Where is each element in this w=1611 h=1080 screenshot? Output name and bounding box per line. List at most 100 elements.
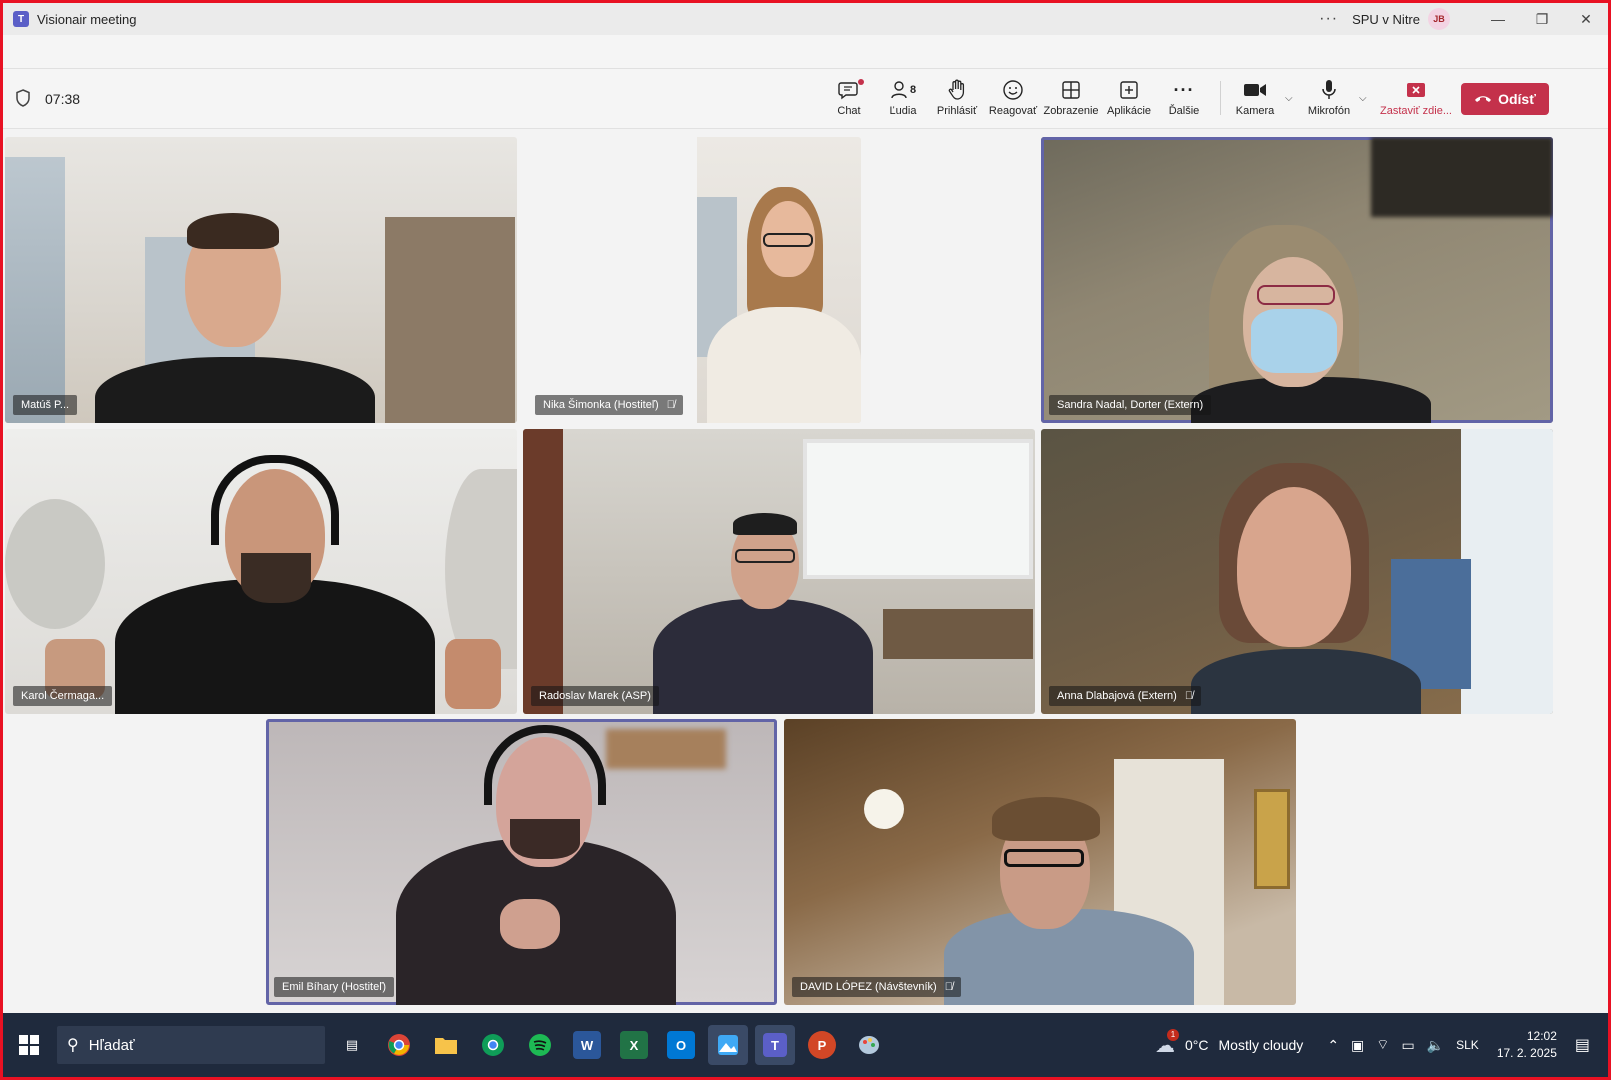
video-tile[interactable]: Nika Šimonka (Hostiteľ) 🎙̸	[527, 137, 861, 423]
hang-up-icon	[1475, 96, 1492, 102]
battery-icon[interactable]: ▭	[1401, 1037, 1414, 1054]
task-view-icon[interactable]: ▤	[332, 1025, 372, 1065]
window-backdrop	[5, 157, 65, 423]
spotify-icon[interactable]	[520, 1025, 560, 1065]
paint-icon[interactable]	[849, 1025, 889, 1065]
minimize-icon[interactable]: —	[1476, 11, 1520, 27]
participant-body	[707, 307, 861, 423]
chat-button[interactable]: Chat	[820, 77, 878, 123]
powerpoint-icon[interactable]: P	[808, 1031, 836, 1059]
mic-button[interactable]: Mikrofón	[1300, 77, 1358, 123]
more-options-icon[interactable]: ···	[1319, 10, 1338, 28]
start-button[interactable]	[9, 1025, 49, 1065]
apps-label: Aplikácie	[1106, 105, 1152, 117]
video-tile[interactable]: DAVID LÓPEZ (Návštevník) 🎙̸	[784, 719, 1296, 1005]
meeting-toolbar: 07:38 Chat 8 Ľudia Prihlásiť Reagovať Zo…	[3, 69, 1608, 129]
weather-desc: Mostly cloudy	[1218, 1037, 1304, 1053]
participant-name-tag: DAVID LÓPEZ (Návštevník) 🎙̸	[792, 977, 961, 997]
glasses	[1257, 285, 1335, 305]
video-tile[interactable]: Karol Čermaga...	[5, 429, 517, 714]
shield-icon	[16, 89, 30, 107]
add-app-icon	[1120, 81, 1138, 99]
stop-share-label: Zastaviť zdie...	[1380, 105, 1452, 117]
video-tile[interactable]: Radoslav Marek (ASP)	[523, 429, 1035, 714]
toolbar-divider	[1220, 81, 1221, 115]
video-tile[interactable]: Matúš P...	[5, 137, 517, 423]
wifi-icon[interactable]: ⌔	[1376, 1036, 1389, 1054]
clock-date: 17. 2. 2025	[1496, 1046, 1557, 1060]
weather-badge: 1	[1167, 1028, 1179, 1041]
taskbar-search-box[interactable]: ⚲ Hľadať	[57, 1026, 325, 1064]
camera-button[interactable]: Kamera	[1226, 77, 1284, 123]
participant-name-tag: Sandra Nadal, Dorter (Extern)	[1049, 395, 1212, 415]
react-button[interactable]: Reagovať	[984, 77, 1042, 123]
chat-icon	[838, 82, 858, 100]
teams-logo-icon: T	[13, 11, 29, 27]
chrome-icon[interactable]	[379, 1025, 419, 1065]
grid-view-icon	[1062, 81, 1080, 99]
stop-share-icon	[1407, 83, 1425, 97]
apps-button[interactable]: Aplikácie	[1100, 77, 1158, 123]
video-tile[interactable]: Emil Bíhary (Hostiteľ)	[266, 719, 777, 1005]
camera-icon	[1244, 84, 1266, 96]
stop-sharing-button[interactable]: Zastaviť zdie...	[1379, 77, 1453, 123]
raise-hand-label: Prihlásiť	[936, 105, 978, 117]
ellipsis-icon: ···	[1173, 79, 1195, 100]
chevron-up-icon[interactable]: ⌃	[1327, 1037, 1339, 1054]
participant-body	[1191, 649, 1421, 714]
notifications-icon[interactable]: ▤	[1575, 1035, 1590, 1055]
raise-hand-button[interactable]: Prihlásiť	[928, 77, 986, 123]
system-tray: ☁ 1 0°C Mostly cloudy ⌃ ▣ ⌔ ▭ 🔈 SLK 12:02…	[1155, 1013, 1608, 1077]
participant-name: DAVID LÓPEZ (Návštevník)	[800, 981, 937, 993]
org-name[interactable]: SPU v Nitre	[1352, 12, 1420, 27]
background-object	[1371, 137, 1553, 217]
video-tile[interactable]: Anna Dlabajová (Extern) 🎙̸	[1041, 429, 1553, 714]
close-icon[interactable]: ✕	[1564, 11, 1608, 28]
clock[interactable]: 12:02 17. 2. 2025	[1497, 1028, 1557, 1062]
participant-beard	[241, 553, 311, 603]
participant-name: Emil Bíhary (Hostiteľ)	[282, 981, 387, 993]
camera-options-chevron-icon[interactable]: ⌵	[1285, 93, 1293, 104]
face-mask	[1251, 309, 1337, 373]
file-explorer-icon[interactable]	[426, 1025, 466, 1065]
outlook-icon[interactable]: O	[667, 1031, 695, 1059]
participant-name: Sandra Nadal, Dorter (Extern)	[1057, 399, 1204, 411]
word-icon[interactable]: W	[573, 1031, 601, 1059]
people-button[interactable]: 8 Ľudia	[874, 77, 932, 123]
participant-name-tag: Matúš P...	[13, 395, 78, 415]
participant-hair	[733, 513, 797, 535]
participant-body	[95, 357, 375, 423]
restore-icon[interactable]: ❐	[1520, 11, 1564, 28]
view-button[interactable]: Zobrazenie	[1042, 77, 1100, 123]
weather-widget[interactable]: ☁ 1 0°C Mostly cloudy	[1155, 1028, 1304, 1058]
people-label: Ľudia	[889, 105, 917, 117]
arch-backdrop	[5, 499, 105, 629]
participant-name-tag: Emil Bíhary (Hostiteľ)	[274, 977, 395, 997]
window-backdrop	[803, 439, 1033, 579]
excel-icon[interactable]: X	[620, 1031, 648, 1059]
video-tile[interactable]: Sandra Nadal, Dorter (Extern)	[1041, 137, 1553, 423]
desk	[883, 609, 1033, 659]
more-button[interactable]: ··· Ďalšie	[1155, 77, 1213, 123]
volume-icon[interactable]: 🔈	[1427, 1037, 1444, 1054]
mic-options-chevron-icon[interactable]: ⌵	[1359, 93, 1367, 104]
participant-name: Karol Čermaga...	[21, 690, 105, 702]
search-icon: ⚲	[67, 1037, 79, 1054]
chrome-profile-icon[interactable]	[473, 1025, 513, 1065]
window-title: Visionair meeting	[37, 11, 137, 27]
mic-off-icon: 🎙̸	[944, 981, 953, 993]
photos-icon[interactable]	[708, 1025, 748, 1065]
background-object	[606, 729, 726, 769]
language-indicator[interactable]: SLK	[1456, 1038, 1479, 1052]
meet-now-icon[interactable]: ▣	[1351, 1037, 1364, 1054]
glasses	[763, 233, 813, 247]
people-icon	[891, 81, 907, 99]
headphones	[484, 725, 606, 805]
header-strip	[3, 35, 1608, 69]
user-avatar[interactable]: JB	[1428, 8, 1450, 30]
teams-icon[interactable]: T	[755, 1025, 795, 1065]
participant-hair	[187, 213, 279, 249]
mic-off-icon: 🎙̸	[1184, 690, 1194, 702]
participant-name-tag: Karol Čermaga...	[13, 686, 113, 706]
leave-button[interactable]: Odísť	[1461, 83, 1549, 115]
